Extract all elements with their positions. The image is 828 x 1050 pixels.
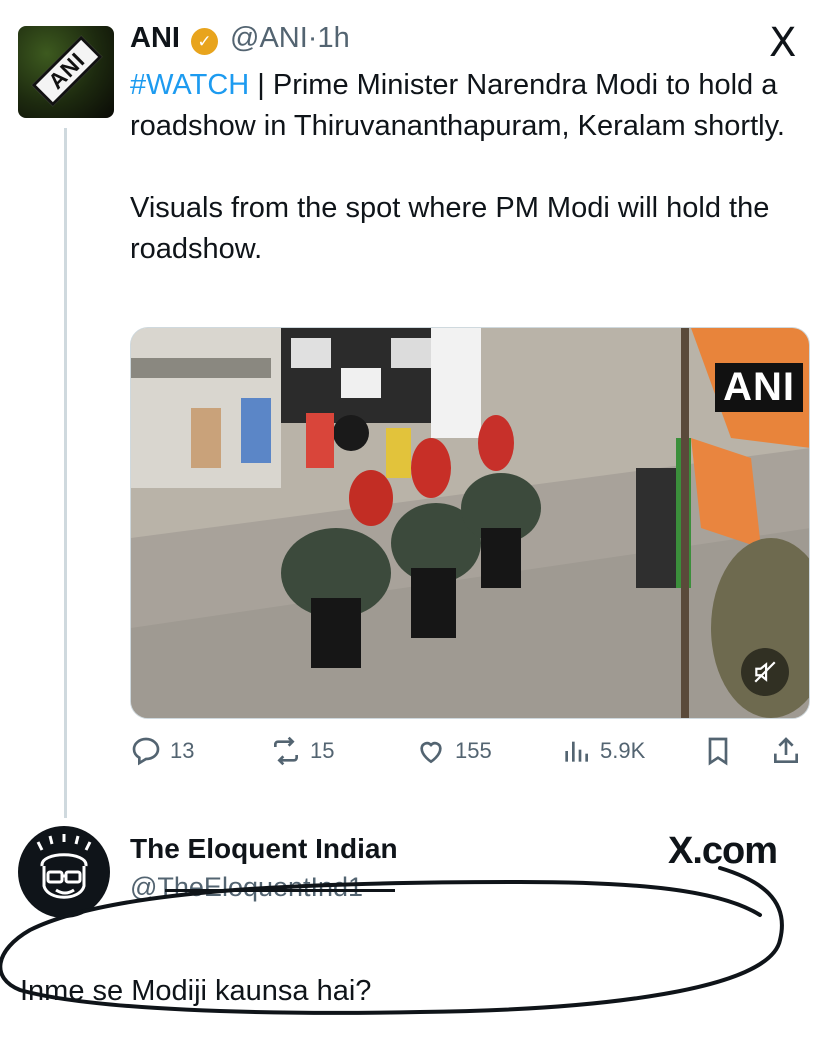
views-icon: [565, 741, 588, 762]
ani-logo-badge: ANI: [31, 35, 103, 107]
repost-count: 15: [310, 738, 335, 763]
bookmark-icon: [708, 737, 728, 766]
author-handle-time[interactable]: @ANI·1h: [230, 22, 350, 55]
reply-count: 13: [170, 738, 195, 763]
share-icon: [774, 737, 798, 763]
tweet-text: #WATCH | Prime Minister Narendra Modi to…: [130, 65, 810, 270]
tweet-text-para2: Visuals from the spot where PM Modi will…: [130, 192, 770, 265]
mute-icon[interactable]: [741, 648, 789, 696]
author-handle: @ANI: [230, 22, 308, 54]
bookmark-button[interactable]: [702, 735, 734, 767]
like-button[interactable]: 155: [415, 735, 492, 767]
x-logo-icon[interactable]: X: [769, 20, 796, 66]
share-button[interactable]: [770, 735, 802, 767]
repost-icon: [274, 736, 298, 766]
thread-connector-line: [64, 128, 67, 818]
verified-badge-icon: ✓: [191, 28, 218, 55]
reply-button[interactable]: 13: [130, 735, 194, 767]
tweet-actions: 13 15 155 5.9K: [130, 735, 810, 775]
ani-watermark: ANI: [715, 363, 803, 412]
view-count: 5.9K: [600, 738, 646, 763]
like-count: 155: [455, 738, 492, 763]
hashtag-link[interactable]: #WATCH: [130, 69, 249, 101]
tweet-time: 1h: [317, 22, 350, 54]
heart-icon: [420, 741, 442, 764]
author-name[interactable]: ANI: [130, 22, 180, 55]
reply-icon: [132, 737, 160, 766]
tweet-video[interactable]: ANI: [130, 327, 810, 719]
views-button[interactable]: 5.9K: [560, 735, 645, 767]
reply-text: Inme se Modiji kaunsa hai?: [20, 975, 372, 1007]
repost-button[interactable]: 15: [270, 735, 334, 767]
hand-drawn-circle-annotation: [0, 866, 784, 1015]
ani-avatar[interactable]: ANI: [18, 26, 114, 118]
video-frame: [131, 328, 809, 718]
